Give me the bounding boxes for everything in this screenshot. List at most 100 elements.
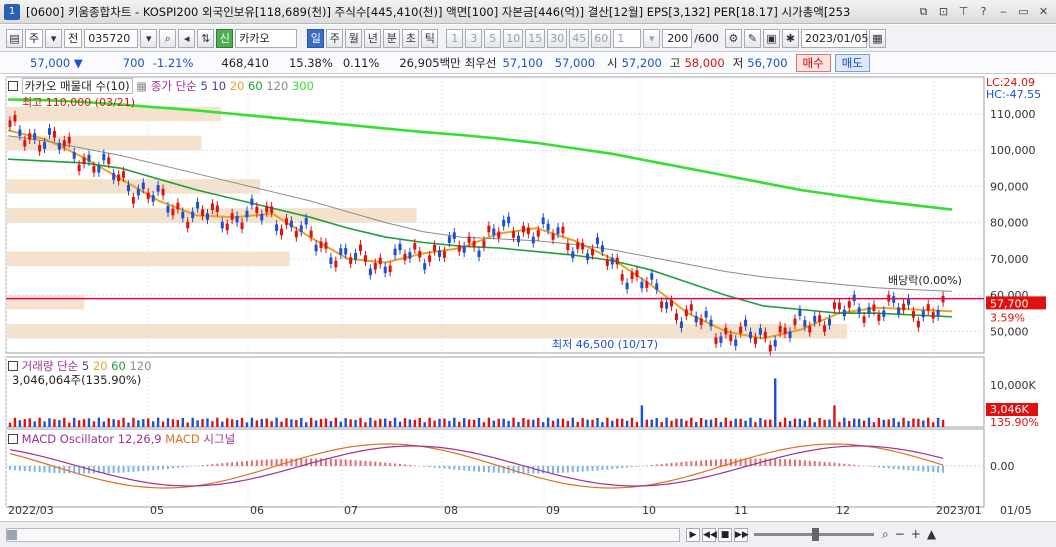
arrow-up-icon[interactable]: ▲ (927, 527, 936, 542)
volume-bar (788, 420, 792, 427)
macd-osc-bar (468, 466, 471, 471)
candle-body (82, 157, 86, 165)
minute-60[interactable]: 60 (591, 28, 612, 48)
scroll-thumb[interactable] (7, 529, 17, 540)
arrows-icon[interactable]: ⇅ (197, 28, 215, 48)
search-icon[interactable]: ⌕ (159, 28, 177, 48)
macd-osc-bar (581, 466, 584, 472)
minute-30[interactable]: 30 (547, 28, 568, 48)
period-select[interactable]: 주 (25, 28, 44, 48)
chart-menu-icon[interactable]: ▤ (6, 28, 23, 48)
zoom-search-icon[interactable]: ⌕ (882, 527, 889, 542)
candle-body (803, 320, 807, 327)
macd-osc-bar (250, 460, 253, 466)
candle-body (670, 299, 674, 307)
zoom-in-icon[interactable]: + (911, 527, 921, 542)
volume-panel (5, 356, 985, 428)
volume-ma-label: 단순 (57, 359, 79, 373)
minute-custom-input[interactable]: 1 (613, 28, 642, 48)
volume-bar (941, 419, 945, 427)
volume-bar (862, 420, 866, 427)
minute-dropdown-icon[interactable]: ▾ (643, 28, 661, 48)
copy-icon[interactable]: ⧉ (915, 3, 932, 20)
candle-body (892, 296, 896, 303)
candle-body (477, 250, 481, 258)
indicator-icon[interactable]: ⚙ (724, 28, 742, 48)
volume-bar (166, 418, 170, 427)
date-input[interactable]: 2023/01/05 (800, 28, 868, 48)
candle-body (788, 331, 792, 339)
stock-name-field[interactable]: 카카오 (235, 28, 298, 48)
tab-day[interactable]: 일 (307, 28, 325, 48)
sell-button[interactable]: 매도 (834, 53, 870, 72)
volume-bar (18, 420, 22, 427)
macd-osc-bar (774, 458, 777, 466)
macd-panel-icon[interactable] (8, 434, 18, 444)
tab-week[interactable]: 주 (326, 28, 344, 48)
play-icon[interactable]: ▶ (686, 527, 700, 542)
candle-body (625, 282, 629, 290)
rewind-icon[interactable]: ◀◀ (702, 527, 717, 542)
forward-icon[interactable]: ▶▶ (734, 527, 749, 542)
candle-body (650, 273, 654, 280)
candle-body (610, 257, 614, 265)
buy-button[interactable]: 매수 (795, 53, 831, 72)
help-icon[interactable]: ? (975, 3, 992, 20)
volume-bar (255, 420, 259, 427)
panel-icon[interactable] (8, 81, 18, 91)
macd-osc-bar (492, 466, 495, 473)
candle-body (87, 154, 91, 162)
volume-bar (443, 418, 446, 427)
chart-area[interactable]: 110,000 100,000 90,000 80,000 70,000 60,000 50… (0, 75, 1056, 517)
minute-10[interactable]: 10 (503, 28, 524, 48)
volume-bar (448, 420, 451, 427)
save-icon[interactable]: ▣ (762, 28, 780, 48)
pin-icon[interactable]: ⊤ (955, 3, 972, 20)
zoom-slider[interactable] (754, 528, 874, 541)
candle-body (284, 218, 288, 225)
volume-bar (764, 419, 767, 427)
stop-icon[interactable]: ■ (718, 527, 732, 542)
minute-3[interactable]: 3 (465, 28, 483, 48)
candle-body (403, 253, 407, 261)
volume-bar (699, 418, 703, 427)
calendar-icon[interactable]: ▦ (868, 28, 886, 48)
minute-45[interactable]: 45 (569, 28, 590, 48)
candle-body (798, 309, 802, 317)
candle-body (28, 133, 32, 140)
chart-scrollbar[interactable] (6, 527, 680, 542)
macd-osc-bar (828, 462, 831, 466)
zoom-out-icon[interactable]: − (895, 527, 905, 542)
link-icon[interactable]: ⊡ (935, 3, 952, 20)
speaker-icon[interactable]: ◂ (178, 28, 196, 48)
macd-osc-label: MACD Oscillator 12,26,9 (21, 432, 162, 446)
tab-month[interactable]: 월 (345, 28, 363, 48)
volume-bar (216, 417, 219, 427)
settings-icon[interactable]: ✱ (781, 28, 799, 48)
code-dropdown-icon[interactable]: ▾ (140, 28, 158, 48)
stock-code-input[interactable]: 035720 (84, 28, 139, 48)
volume-bar (709, 419, 713, 427)
minimize-icon[interactable]: ‒ (995, 3, 1012, 20)
tab-tick[interactable]: 틱 (421, 28, 439, 48)
maximize-icon[interactable]: ▭ (1015, 3, 1032, 20)
volume-bar (38, 417, 41, 427)
tab-year[interactable]: 년 (364, 28, 382, 48)
minute-1[interactable]: 1 (446, 28, 464, 48)
macd-osc-bar (882, 466, 885, 468)
minute-15[interactable]: 15 (525, 28, 546, 48)
chart-svg[interactable]: 110,000100,00090,00080,00070,00060,00050… (0, 75, 1056, 517)
macd-osc-bar (399, 464, 402, 466)
tab-minute[interactable]: 분 (383, 28, 401, 48)
chart-toolbar: ▤ 주 ▾ 전 035720 ▾ ⌕ ◂ ⇅ 신 카카오 일 주 월 년 분 초… (0, 25, 1056, 52)
price-item-label: 카카오 매물대 수(10) (21, 78, 133, 94)
bar-count-input[interactable]: 200 (662, 28, 693, 48)
close-icon[interactable]: ✕ (1035, 3, 1052, 20)
volume-panel-icon[interactable] (8, 361, 18, 371)
drawing-icon[interactable]: ✎ (743, 28, 761, 48)
tab-second[interactable]: 초 (402, 28, 420, 48)
minute-5[interactable]: 5 (484, 28, 502, 48)
market-select[interactable]: 전 (64, 28, 83, 48)
zoom-knob[interactable] (812, 528, 819, 541)
chevron-down-icon[interactable]: ▾ (45, 28, 63, 48)
